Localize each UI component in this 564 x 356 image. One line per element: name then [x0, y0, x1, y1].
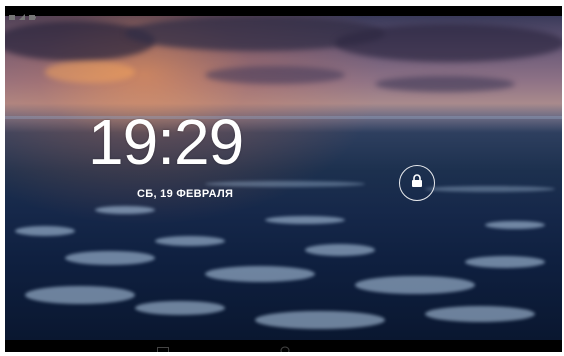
home-icon[interactable] — [280, 342, 290, 352]
clock-time: 19:29 — [88, 106, 244, 178]
battery-icon — [29, 7, 36, 25]
lock-screen: 19:29 СБ, 19 ФЕВРАЛЯ — [5, 6, 562, 352]
wallpaper — [5, 16, 562, 340]
status-bar — [5, 6, 562, 20]
recent-apps-icon[interactable] — [157, 342, 169, 352]
signal-icon — [19, 7, 25, 25]
clock-date: СБ, 19 ФЕВРАЛЯ — [137, 188, 234, 200]
notification-icon — [9, 7, 15, 25]
unlock-button[interactable] — [399, 165, 435, 201]
device-frame: 19:29 СБ, 19 ФЕВРАЛЯ — [0, 0, 564, 356]
lock-icon — [411, 173, 423, 193]
navigation-bar — [5, 340, 562, 352]
